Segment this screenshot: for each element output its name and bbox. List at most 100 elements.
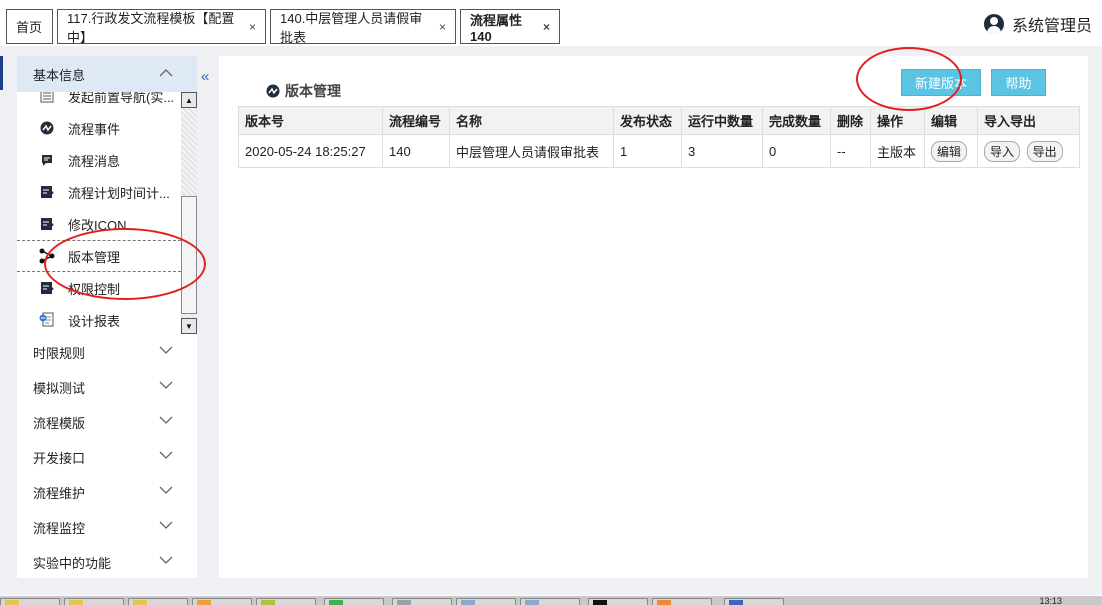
user-menu[interactable]: 系统管理员: [983, 12, 1092, 36]
cell-name: 中层管理人员请假审批表: [449, 134, 614, 168]
tab-admin-doc-template[interactable]: 117.行政发文流程模板【配置中】 ×: [57, 9, 266, 45]
col-version: 版本号: [238, 106, 383, 135]
cell-completed: 0: [762, 134, 831, 168]
app-icon: [197, 600, 211, 605]
scroll-down-icon[interactable]: ▼: [181, 318, 197, 334]
sidebar-group-simulation-test[interactable]: 模拟测试: [17, 370, 197, 405]
sidebar-group-flow-template[interactable]: 流程模版: [17, 405, 197, 440]
edit-note-icon: [39, 280, 55, 296]
top-tab-bar: 首页 117.行政发文流程模板【配置中】 × 140.中层管理人员请假审批表 ×…: [0, 0, 1102, 46]
sidebar-group-label: 流程模版: [33, 416, 86, 431]
message-icon: [39, 152, 55, 168]
tab-home[interactable]: 首页: [6, 9, 53, 44]
sidebar-group-label: 时限规则: [33, 346, 86, 361]
sidebar-item-version-management[interactable]: 版本管理: [17, 240, 181, 272]
col-publish-status: 发布状态: [613, 106, 682, 135]
chevron-down-icon: [159, 346, 173, 354]
version-table: 版本号 流程编号 名称 发布状态 运行中数量 完成数量 删除 操作 编辑 导入导…: [238, 106, 1080, 168]
taskbar-button[interactable]: [256, 598, 316, 605]
scrollbar-thumb[interactable]: [181, 196, 197, 314]
col-operation: 操作: [870, 106, 925, 135]
cell-flow-no: 140: [382, 134, 450, 168]
taskbar-button[interactable]: [128, 598, 188, 605]
app-icon: [329, 600, 343, 605]
export-button[interactable]: 导出: [1026, 140, 1063, 162]
taskbar-button[interactable]: [324, 598, 384, 605]
tab-label: 流程属性140: [470, 12, 523, 44]
taskbar-button[interactable]: [588, 598, 648, 605]
cell-running: 3: [681, 134, 763, 168]
chevron-down-icon: [159, 486, 173, 494]
sidebar-item-label: 流程消息: [68, 153, 121, 169]
sidebar-group-dev-interface[interactable]: 开发接口: [17, 440, 197, 475]
sidebar-item-label: 发起前置导航(实...: [68, 92, 175, 105]
share-icon: [39, 248, 55, 264]
sidebar-item-flow-event[interactable]: 流程事件: [17, 112, 181, 144]
sidebar-group-experimental[interactable]: 实验中的功能: [17, 545, 197, 580]
col-name: 名称: [449, 106, 614, 135]
edit-note-icon: [39, 216, 55, 232]
sidebar-group-time-rules[interactable]: 时限规则: [17, 335, 197, 370]
col-delete: 删除: [830, 106, 871, 135]
close-icon[interactable]: ×: [439, 20, 446, 34]
taskbar-button[interactable]: [192, 598, 252, 605]
active-marker: [0, 56, 3, 90]
close-icon[interactable]: ×: [249, 20, 256, 34]
taskbar-button[interactable]: [724, 598, 784, 605]
new-version-button[interactable]: 新建版本: [901, 69, 981, 96]
sidebar: 基本信息 发起前置导航(实... 流程事件 流程消息 流程计划时间计... 修改…: [17, 56, 197, 578]
app-icon: [525, 600, 539, 605]
app-icon: [461, 600, 475, 605]
sidebar-item-launch-nav[interactable]: 发起前置导航(实...: [17, 92, 181, 112]
tab-label: 117.行政发文流程模板【配置中】: [67, 10, 235, 45]
section-title-text: 版本管理: [285, 83, 341, 99]
table-header-row: 版本号 流程编号 名称 发布状态 运行中数量 完成数量 删除 操作 编辑 导入导…: [238, 106, 1080, 135]
tab-flow-properties[interactable]: 流程属性140 ×: [460, 9, 560, 44]
sidebar-item-permission-control[interactable]: 权限控制: [17, 272, 181, 304]
sidebar-sub-list: 发起前置导航(实... 流程事件 流程消息 流程计划时间计... 修改ICON: [17, 92, 181, 334]
sidebar-item-label: 权限控制: [68, 281, 121, 297]
sidebar-group-basic-info[interactable]: 基本信息: [17, 56, 197, 92]
taskbar-button[interactable]: [652, 598, 712, 605]
help-button[interactable]: 帮助: [991, 69, 1046, 96]
sidebar-item-design-report[interactable]: 设计报表: [17, 304, 181, 334]
import-button[interactable]: 导入: [984, 140, 1021, 162]
chevron-down-icon: [159, 416, 173, 424]
sidebar-item-modify-icon[interactable]: 修改ICON: [17, 208, 181, 240]
app-icon: [397, 600, 411, 605]
flow-event-icon: [39, 120, 55, 136]
taskbar-button[interactable]: [0, 598, 60, 605]
collapse-sidebar-icon[interactable]: «: [201, 68, 209, 85]
chevron-down-icon: [159, 521, 173, 529]
app-icon: [729, 600, 743, 605]
flow-event-icon: [266, 84, 280, 98]
sidebar-item-flow-message[interactable]: 流程消息: [17, 144, 181, 176]
folder-icon: [69, 600, 83, 605]
cell-version: 2020-05-24 18:25:27: [238, 134, 383, 168]
cell-publish-status: 1: [613, 134, 682, 168]
sidebar-group-flow-maintenance[interactable]: 流程维护: [17, 475, 197, 510]
taskbar-button[interactable]: [392, 598, 452, 605]
user-circle-icon: [983, 14, 1004, 34]
app-icon: [261, 600, 275, 605]
sidebar-group-label: 模拟测试: [33, 381, 86, 396]
taskbar-button[interactable]: [456, 598, 516, 605]
edit-button[interactable]: 编辑: [931, 140, 968, 162]
cell-operation: 主版本: [870, 134, 925, 168]
app-icon: [593, 600, 607, 605]
sidebar-item-label: 修改ICON: [68, 217, 127, 233]
sidebar-group-flow-monitor[interactable]: 流程监控: [17, 510, 197, 545]
scroll-up-icon[interactable]: ▲: [181, 92, 197, 108]
taskbar-button[interactable]: [520, 598, 580, 605]
tab-leave-approval[interactable]: 140.中层管理人员请假审批表 ×: [270, 9, 456, 45]
cell-import-export: 导入 导出: [977, 134, 1080, 168]
taskbar-button[interactable]: [64, 598, 124, 605]
close-icon[interactable]: ×: [543, 20, 550, 34]
chevron-down-icon: [159, 451, 173, 459]
tab-label: 首页: [16, 20, 43, 35]
col-flow-no: 流程编号: [382, 106, 450, 135]
sidebar-item-flow-plan-time[interactable]: 流程计划时间计...: [17, 176, 181, 208]
list-icon: [39, 92, 55, 104]
sidebar-scrollbar[interactable]: ▲ ▼: [181, 92, 197, 334]
sidebar-group-label: 基本信息: [33, 67, 86, 83]
